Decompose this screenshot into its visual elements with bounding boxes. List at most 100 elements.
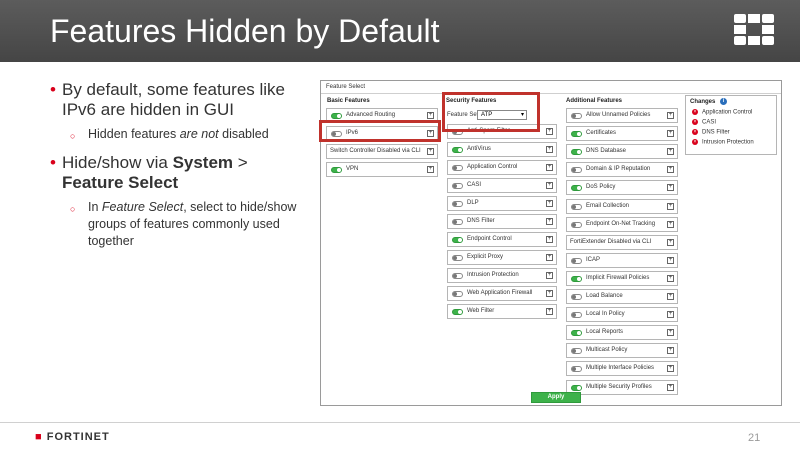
feature-toggle[interactable] [571, 113, 582, 119]
sub-bullet-2-text-b: Feature Select [101, 200, 184, 214]
feature-label: Local In Policy [586, 311, 625, 318]
feature-toggle[interactable] [571, 131, 582, 138]
feature-row: Email Collection + [566, 198, 678, 214]
expand-icon[interactable]: + [667, 311, 674, 319]
feature-row: Local Reports + [566, 325, 678, 341]
feature-toggle[interactable] [452, 183, 463, 189]
feature-toggle[interactable] [571, 257, 582, 264]
remove-icon: × [692, 109, 698, 115]
feature-row: Web Filter + [447, 304, 557, 319]
bullet-dot-icon: • [50, 153, 56, 172]
feature-label: Web Filter [467, 308, 495, 314]
expand-icon[interactable]: + [546, 254, 553, 261]
feature-toggle[interactable] [571, 294, 582, 300]
feature-label: Domain & IP Reputation [586, 166, 651, 173]
feature-toggle[interactable] [452, 237, 463, 243]
basic-features-title: Basic Features [327, 98, 370, 104]
bullet-2-text-c: > [233, 153, 248, 172]
change-item: × CASI [692, 119, 716, 126]
expand-icon[interactable]: + [546, 200, 553, 207]
feature-row: Application Control + [447, 160, 557, 175]
feature-label: Multiple Security Profiles [586, 383, 652, 390]
feature-toggle[interactable] [452, 219, 463, 225]
expand-icon[interactable]: + [546, 308, 553, 315]
expand-icon[interactable]: + [427, 112, 434, 119]
feature-toggle[interactable] [571, 203, 582, 210]
expand-icon[interactable]: + [667, 347, 674, 355]
feature-toggle[interactable] [571, 312, 582, 319]
feature-toggle[interactable] [452, 309, 463, 315]
feature-toggle[interactable] [452, 201, 463, 207]
feature-toggle[interactable] [571, 366, 582, 373]
apply-button[interactable]: Apply [531, 392, 581, 403]
sub-bullet-1-text-b: are not [179, 127, 219, 141]
feature-toggle[interactable] [571, 330, 582, 337]
bullet-2: • Hide/show via System > Feature Select [50, 153, 300, 193]
expand-icon[interactable]: + [667, 238, 674, 246]
expand-icon[interactable]: + [546, 128, 553, 135]
slide-title: Features Hidden by Default [50, 13, 440, 49]
feature-toggle[interactable] [571, 185, 582, 192]
feature-row: DLP + [447, 196, 557, 211]
feature-label: Web Application Firewall [467, 290, 533, 296]
expand-icon[interactable]: + [667, 112, 674, 119]
feature-row: CASI + [447, 178, 557, 193]
sub-bullet-1: ○ Hidden features are not disabled [70, 126, 300, 143]
changes-title: Changes [690, 99, 716, 105]
bullet-1-text: By default, some features like IPv6 are … [62, 80, 286, 119]
expand-icon[interactable]: + [667, 166, 674, 174]
feature-label: Implicit Firewall Policies [586, 274, 650, 281]
fortinet-brand: ■ FORTINET [35, 431, 110, 443]
expand-icon[interactable]: + [667, 274, 674, 282]
feature-toggle[interactable] [452, 165, 463, 171]
expand-icon[interactable]: + [667, 293, 674, 300]
feature-label: Load Balance [586, 293, 623, 299]
expand-icon[interactable]: + [667, 383, 674, 391]
feature-toggle[interactable] [452, 147, 463, 153]
expand-icon[interactable]: + [667, 365, 674, 373]
feature-toggle[interactable] [452, 273, 463, 279]
expand-icon[interactable]: + [667, 130, 674, 138]
feature-toggle[interactable] [571, 149, 582, 156]
feature-select-header: Feature Select [326, 84, 366, 90]
feature-toggle[interactable] [452, 291, 463, 297]
expand-icon[interactable]: + [546, 182, 553, 189]
feature-row: Load Balance + [566, 289, 678, 304]
expand-icon[interactable]: + [427, 166, 434, 173]
expand-icon[interactable]: + [667, 329, 674, 337]
expand-icon[interactable]: + [667, 184, 674, 192]
expand-icon[interactable]: + [667, 220, 674, 228]
expand-icon[interactable]: + [546, 218, 553, 225]
fortinet-logo-icon [734, 14, 774, 45]
feature-toggle[interactable] [571, 275, 582, 282]
change-item: × DNS Filter [692, 129, 730, 136]
expand-icon[interactable]: + [546, 164, 553, 171]
feature-toggle[interactable] [452, 255, 463, 261]
feature-toggle[interactable] [331, 113, 342, 119]
expand-icon[interactable]: + [427, 148, 434, 155]
expand-icon[interactable]: + [667, 256, 674, 264]
feature-row: Web Application Firewall + [447, 286, 557, 301]
remove-icon: × [692, 139, 698, 145]
feature-row: Explicit Proxy + [447, 250, 557, 265]
expand-icon[interactable]: + [546, 290, 553, 297]
expand-icon[interactable]: + [667, 202, 674, 210]
feature-toggle[interactable] [571, 167, 582, 174]
expand-icon[interactable]: + [546, 272, 553, 279]
feature-toggle[interactable] [331, 167, 342, 173]
expand-icon[interactable]: + [667, 148, 674, 156]
feature-toggle[interactable] [571, 348, 582, 355]
expand-icon[interactable]: + [546, 146, 553, 153]
expand-icon[interactable]: + [546, 236, 553, 243]
feature-row: Intrusion Protection + [447, 268, 557, 283]
feature-toggle[interactable] [571, 384, 582, 391]
bullet-2-text-a: Hide/show via [62, 153, 173, 172]
feature-label: Endpoint Control [467, 236, 512, 242]
feature-row: Allow Unnamed Policies + [566, 108, 678, 123]
feature-row: Implicit Firewall Policies + [566, 270, 678, 286]
bullet-dot-icon: • [50, 80, 56, 99]
feature-row: DoS Policy + [566, 180, 678, 196]
feature-label: ICAP [586, 256, 601, 263]
feature-label: Allow Unnamed Policies [586, 112, 651, 118]
feature-toggle[interactable] [571, 221, 582, 228]
